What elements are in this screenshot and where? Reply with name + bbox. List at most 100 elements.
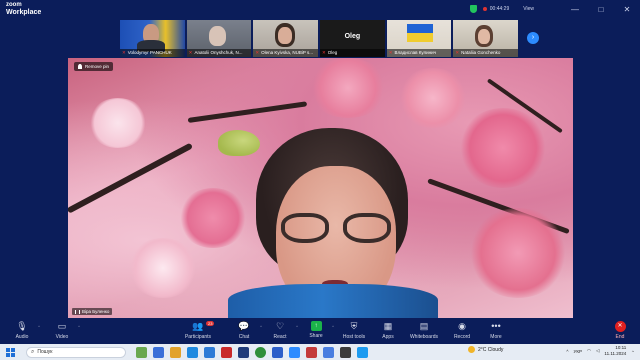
participant-tile[interactable]: ✕ Anatolii Onyshchuk, N... xyxy=(186,20,252,57)
pin-icon xyxy=(78,64,82,69)
mail-icon[interactable] xyxy=(204,346,215,358)
participant-tile[interactable]: Oleg ✕ Oleg xyxy=(320,20,385,57)
app-icon[interactable] xyxy=(238,346,249,358)
word-icon[interactable] xyxy=(272,346,283,358)
speaker-video: Remove pin Віра Буленко xyxy=(68,58,573,318)
participant-tile[interactable]: ✕ Nataliia Gonchenko xyxy=(453,20,519,57)
end-button[interactable]: ✕ End xyxy=(598,321,640,340)
remove-pin-button[interactable]: Remove pin xyxy=(74,62,114,71)
blossom xyxy=(128,238,198,298)
start-button[interactable] xyxy=(6,347,20,357)
edge-icon[interactable] xyxy=(187,346,198,358)
host-tools-label: Host tools xyxy=(342,334,366,340)
participant-tile[interactable]: ✕ Olena Kyivska, NUBiP s... xyxy=(253,20,319,57)
volume-icon[interactable]: ◁ xyxy=(596,348,599,354)
telegram-icon[interactable] xyxy=(323,346,334,358)
zoom-icon[interactable] xyxy=(289,346,300,358)
participant-face xyxy=(278,27,293,44)
title-bar-controls: 00:44:29 View — □ ✕ xyxy=(469,0,640,18)
weather-widget[interactable]: 2°C Cloudy xyxy=(468,346,503,353)
file-explorer-icon[interactable] xyxy=(170,346,181,358)
recording-dot-icon xyxy=(482,7,487,11)
chevron-up-icon[interactable]: ^ xyxy=(78,324,80,329)
muted-mic-icon: ✕ xyxy=(322,50,326,55)
apps-label: Apps xyxy=(382,334,394,340)
participant-name: ✕ Владислав Кулинич xyxy=(386,49,452,57)
participant-name: ✕ Volodymyr PANCHUK xyxy=(120,49,185,57)
chat-icon: 💬 xyxy=(238,321,250,331)
glasses-left-lens xyxy=(281,213,329,243)
meeting-timer: 00:44:29 xyxy=(482,6,510,12)
blossom xyxy=(178,188,248,248)
share-label: Share xyxy=(309,333,323,339)
share-icon: ↑ xyxy=(310,321,322,331)
ukraine-flag-icon xyxy=(406,24,433,42)
search-icon: ⌕ xyxy=(31,348,35,355)
weather-icon xyxy=(468,346,475,353)
app-icon[interactable] xyxy=(357,346,368,358)
audio-level-icon xyxy=(75,309,80,314)
close-button[interactable]: ✕ xyxy=(614,5,640,14)
camera-icon: ▭ xyxy=(57,321,67,331)
zoom-logo: zoom Workplace xyxy=(6,1,41,17)
speaker-shirt xyxy=(228,284,438,318)
muted-mic-icon: ✕ xyxy=(455,50,460,55)
participant-name: ✕ Oleg xyxy=(320,49,385,57)
participants-button[interactable]: 👥 23 Participants xyxy=(176,321,220,340)
app-icon[interactable] xyxy=(306,346,317,358)
blossom xyxy=(308,58,388,118)
meeting-toolbar: 🎙 Audio ^ ▭ Video ^ 👥 23 Participants 💬 … xyxy=(0,318,640,344)
brand-line2: Workplace xyxy=(6,9,42,16)
record-label: Record xyxy=(453,334,471,340)
clock-date: 11.11.2024 xyxy=(604,351,627,356)
pdf-icon[interactable] xyxy=(221,346,232,358)
system-tray: ^ УКР ◠ ◁ 10:11 11.11.2024 ◔ xyxy=(566,345,634,357)
minimize-button[interactable]: — xyxy=(562,5,588,14)
participant-face xyxy=(478,29,491,44)
muted-mic-icon: ✕ xyxy=(188,50,193,55)
more-label: More xyxy=(490,334,502,340)
bird-image xyxy=(218,130,260,156)
video-button[interactable]: ▭ Video ^ xyxy=(40,321,84,340)
task-view-icon[interactable] xyxy=(153,346,164,358)
participant-name: ✕ Olena Kyivska, NUBiP s... xyxy=(253,49,319,57)
app-icon[interactable] xyxy=(340,346,351,358)
blossom-branch xyxy=(68,142,194,214)
weather-text: 2°C Cloudy xyxy=(478,346,504,353)
whiteboards-label: Whiteboards xyxy=(409,334,439,340)
view-label: View xyxy=(523,6,534,12)
security-shield-icon[interactable] xyxy=(469,5,477,13)
notifications-icon[interactable]: ◔ xyxy=(631,349,634,354)
widgets-icon[interactable] xyxy=(136,346,147,358)
glasses-right-lens xyxy=(343,213,391,243)
more-button[interactable]: ••• More xyxy=(474,321,518,340)
view-button[interactable]: View xyxy=(523,6,534,12)
more-icon: ••• xyxy=(491,321,501,331)
video-label: Video xyxy=(55,334,69,340)
shield-icon: ⛨ xyxy=(350,321,358,331)
audio-button[interactable]: 🎙 Audio ^ xyxy=(0,321,44,340)
record-icon: ◉ xyxy=(458,321,466,331)
participant-tile[interactable]: ✕ Владислав Кулинич xyxy=(386,20,452,57)
timer-text: 00:44:29 xyxy=(489,6,510,12)
brand-line1: zoom xyxy=(6,2,22,8)
language-indicator[interactable]: УКР xyxy=(574,349,582,354)
maximize-button[interactable]: □ xyxy=(588,5,614,14)
blossom xyxy=(458,108,548,188)
apps-icon: ▦ xyxy=(383,321,393,331)
participant-thumbnails: ✕ Volodymyr PANCHUK ✕ Anatolii Onyshchuk, … xyxy=(120,20,519,57)
participant-tile[interactable]: ✕ Volodymyr PANCHUK xyxy=(120,20,185,57)
next-page-chevron-icon[interactable]: › xyxy=(527,32,539,44)
end-label: End xyxy=(615,334,625,340)
muted-mic-icon: ✕ xyxy=(255,50,260,55)
participants-count-badge: 23 xyxy=(206,321,215,326)
blossom xyxy=(398,68,468,128)
search-placeholder: Пошук xyxy=(37,349,53,355)
title-bar: zoom Workplace 00:44:29 View — □ ✕ xyxy=(0,0,640,18)
clock[interactable]: 10:11 11.11.2024 xyxy=(604,345,626,357)
tray-chevron-icon[interactable]: ^ xyxy=(566,349,568,354)
chrome-icon[interactable] xyxy=(255,346,266,358)
taskbar-search[interactable]: ⌕ Пошук xyxy=(26,346,126,358)
speaker-name: Віра Буленко xyxy=(82,309,110,314)
wifi-icon[interactable]: ◠ xyxy=(587,348,591,354)
